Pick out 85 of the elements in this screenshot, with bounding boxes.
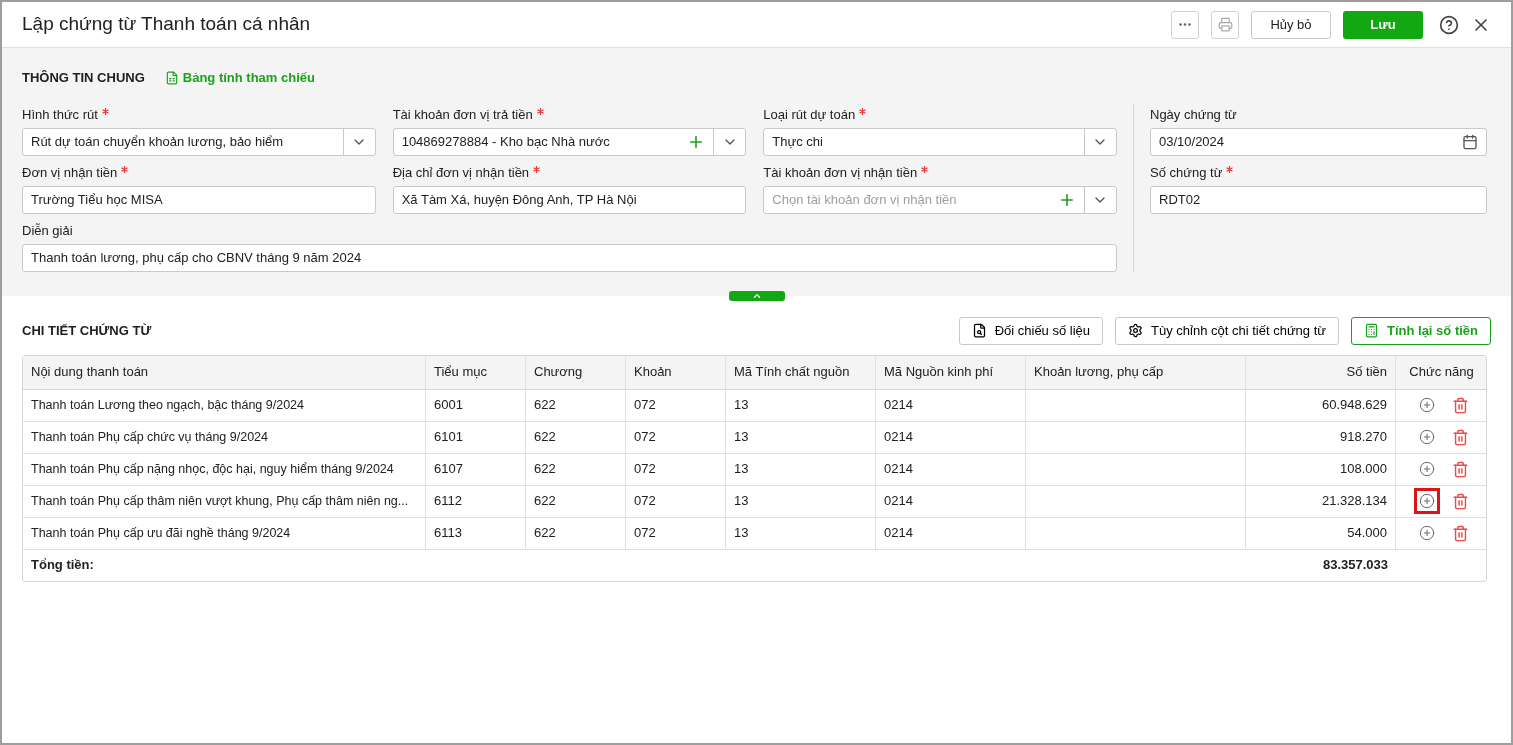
input-field[interactable]: Thanh toán lương, phụ cấp cho CBNV tháng 9 năm 2024	[22, 243, 1117, 272]
table-cell-text: 622	[534, 428, 556, 447]
column-header: Khoản	[626, 355, 726, 389]
input-field[interactable]: Xã Tàm Xá, huyện Đông Anh, TP Hà Nội	[392, 185, 747, 214]
table-cell-text: 13	[734, 524, 749, 543]
column-header: Nội dung thanh toán	[23, 355, 426, 389]
table-cell-text: Thanh toán Lương theo ngạch, bậc tháng 9/2024	[31, 396, 305, 414]
calculator-icon	[1364, 323, 1379, 338]
table-cell-text: Thanh toán Phụ cấp nặng nhọc, độc hại, nguy hiểm tháng 9/2024	[31, 460, 394, 478]
table-cell-text: 13	[734, 460, 749, 479]
gear-icon	[1128, 323, 1144, 338]
section-title: THÔNG TIN CHUNG	[22, 69, 145, 87]
select-field[interactable]: 104869278884 - Kho bạc Nhà nước	[392, 127, 747, 156]
table-cell-text: 072	[634, 492, 656, 511]
table-cell-text: 918.270	[1340, 428, 1387, 447]
table-cell-text: 0214	[884, 492, 913, 511]
table-cell-text: Thanh toán Phụ cấp thâm niên vượt khung, Phụ cấp thâm niên ng...	[31, 492, 409, 510]
table-cell-text: Thanh toán Phụ cấp ưu đãi nghề tháng 9/2024	[31, 524, 291, 542]
file-search-icon	[971, 323, 987, 338]
table-cell-text: 072	[634, 524, 656, 543]
table-cell-text: 13	[734, 492, 749, 511]
field-label: Tài khoản đơn vị nhận tiền	[763, 163, 918, 182]
column-header: Mã Nguồn kinh phí	[876, 355, 1026, 389]
collapse-button[interactable]	[728, 290, 785, 301]
field-label: Loại rút dự toán	[763, 105, 856, 124]
table-cell-text: 0214	[884, 460, 913, 479]
total-label: Tổng tiền:	[31, 557, 94, 573]
delete-icon[interactable]	[1452, 492, 1469, 510]
field-label: Tài khoản đơn vị trả tiền	[392, 105, 533, 124]
table-cell-text: 622	[534, 492, 556, 511]
column-header: Tiểu mục	[426, 355, 526, 389]
table-cell-text: 13	[734, 396, 749, 415]
table-cell-text: 6107	[434, 460, 463, 479]
delete-icon[interactable]	[1452, 460, 1469, 478]
delete-icon[interactable]	[1452, 396, 1469, 414]
select-field[interactable]: Thực chi	[763, 127, 1117, 156]
input-field[interactable]: RDT02	[1150, 185, 1487, 214]
table-cell-text: 072	[634, 396, 656, 415]
table-cell-text: 622	[534, 396, 556, 415]
section-title: CHI TIẾT CHỨNG TỪ	[22, 321, 153, 340]
column-header: Số tiền	[1246, 355, 1396, 389]
customize-columns-button[interactable]: Tùy chỉnh cột chi tiết chứng từ	[1115, 316, 1339, 345]
table-cell-text: 108.000	[1340, 460, 1387, 479]
spreadsheet-icon	[164, 70, 179, 85]
table-cell-text: 54.000	[1347, 524, 1387, 543]
field-label: Diễn giải	[22, 221, 73, 240]
column-header: Khoản lương, phụ cấp	[1026, 355, 1246, 389]
add-row-button[interactable]	[1414, 488, 1440, 514]
table-cell-text: Thanh toán Phụ cấp chức vụ tháng 9/2024	[31, 428, 268, 446]
table-cell-text: 072	[634, 460, 656, 479]
cancel-button[interactable]: Hủy bỏ	[1251, 10, 1331, 39]
table-cell-text: 622	[534, 460, 556, 479]
table-cell-text: 072	[634, 428, 656, 447]
help-icon[interactable]	[1439, 14, 1459, 35]
column-header: Mã Tính chất nguồn	[726, 355, 876, 389]
field-label: Số chứng từ	[1150, 163, 1223, 182]
table-cell-text: 60.948.629	[1321, 396, 1387, 415]
column-header: Chương	[526, 355, 626, 389]
table-cell-text: 0214	[884, 524, 913, 543]
table-cell-text: 0214	[884, 428, 913, 447]
column-header: Chức năng	[1408, 363, 1475, 382]
table-cell-text: 6101	[434, 428, 463, 447]
field-label: Hình thức rút	[22, 105, 98, 124]
delete-icon[interactable]	[1452, 428, 1469, 446]
input-field[interactable]: Trường Tiểu học MISA	[22, 185, 376, 214]
date-field[interactable]: 03/10/2024	[1150, 127, 1487, 156]
field-label: Địa chỉ đơn vị nhận tiền	[392, 163, 530, 182]
table-cell-text: 21.328.134	[1321, 492, 1387, 511]
table-cell-text: 6113	[434, 524, 462, 543]
table-cell-text: 6112	[434, 492, 462, 511]
print-button[interactable]	[1211, 10, 1239, 39]
table-cell-text: 0214	[884, 396, 913, 415]
delete-icon[interactable]	[1452, 524, 1469, 542]
printer-icon	[1217, 17, 1233, 32]
window-title: Lập chứng từ Thanh toán cá nhân	[22, 12, 312, 37]
select-field[interactable]: Rút dự toán chuyển khoản lương, bảo hiểm	[22, 127, 376, 156]
table-cell-text: 13	[734, 428, 749, 447]
field-label: Ngày chứng từ	[1150, 105, 1237, 124]
compare-button[interactable]: Đối chiếu số liệu	[958, 316, 1104, 345]
field-label: Đơn vị nhận tiền	[22, 163, 118, 182]
total-amount: 83.357.033	[1322, 556, 1388, 575]
table-cell-text: 622	[534, 524, 556, 543]
calendar-icon[interactable]	[1462, 133, 1478, 150]
more-icon	[1179, 23, 1191, 26]
table-cell-text: 6001	[434, 396, 463, 415]
